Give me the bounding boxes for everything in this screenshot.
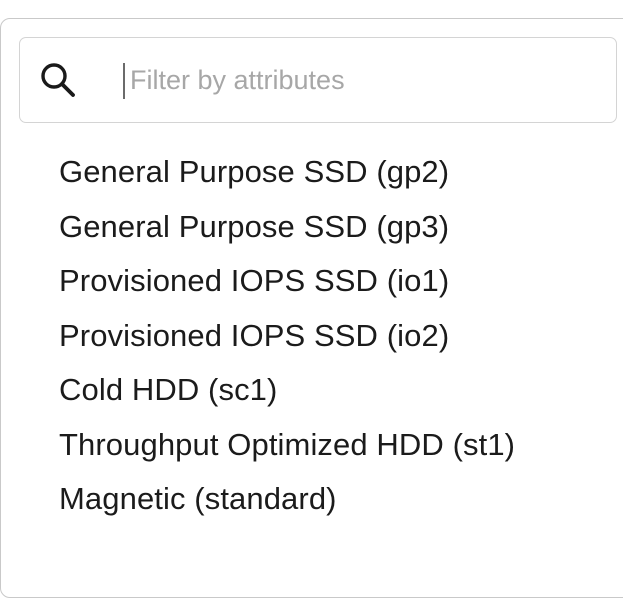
option-gp3[interactable]: General Purpose SSD (gp3) xyxy=(59,200,515,255)
option-io1[interactable]: Provisioned IOPS SSD (io1) xyxy=(59,254,515,309)
search-icon xyxy=(41,63,75,97)
option-io2[interactable]: Provisioned IOPS SSD (io2) xyxy=(59,309,515,364)
filter-box[interactable] xyxy=(19,37,617,123)
option-sc1[interactable]: Cold HDD (sc1) xyxy=(59,363,515,418)
volume-type-dropdown: General Purpose SSD (gp2) General Purpos… xyxy=(0,18,623,598)
option-st1[interactable]: Throughput Optimized HDD (st1) xyxy=(59,418,515,473)
filter-input[interactable] xyxy=(130,56,600,104)
option-standard[interactable]: Magnetic (standard) xyxy=(59,472,515,527)
options-list: General Purpose SSD (gp2) General Purpos… xyxy=(59,145,515,527)
option-gp2[interactable]: General Purpose SSD (gp2) xyxy=(59,145,515,200)
text-caret xyxy=(123,63,125,99)
